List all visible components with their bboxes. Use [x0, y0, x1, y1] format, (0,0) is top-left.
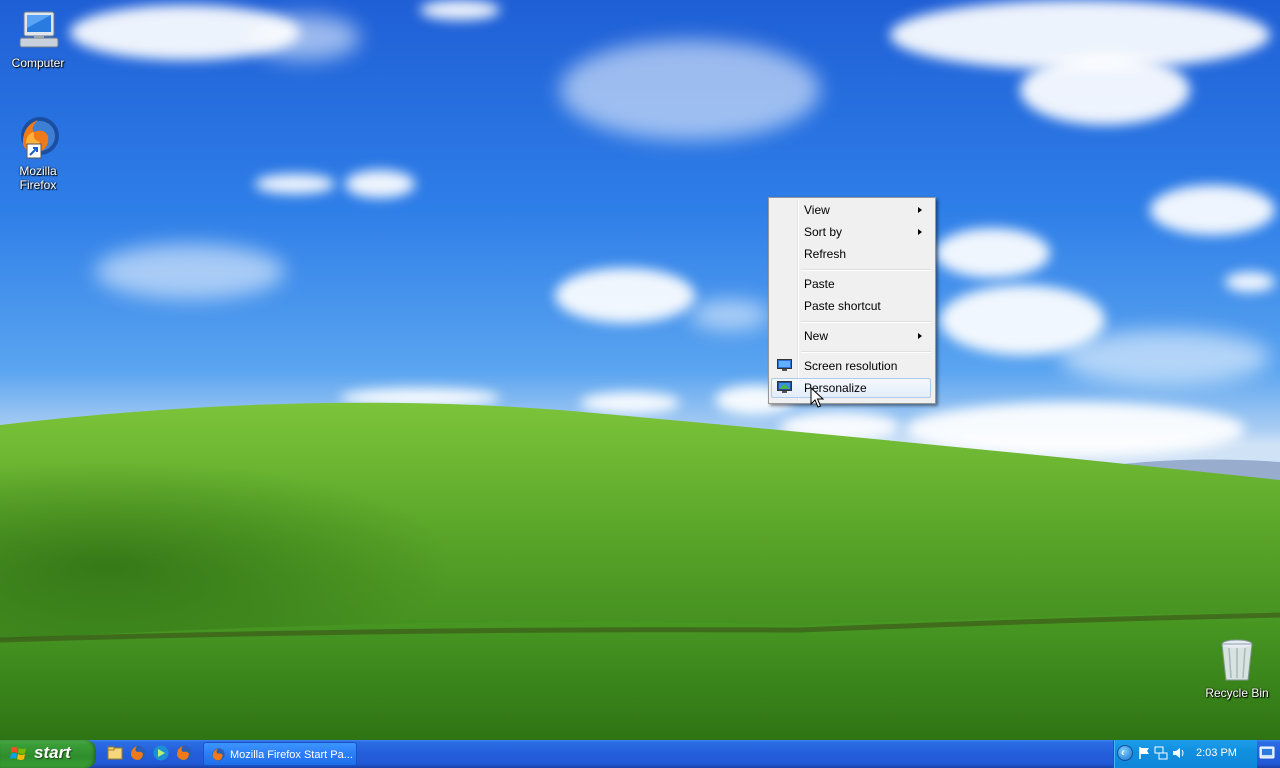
submenu-arrow-icon [918, 207, 922, 213]
menu-item-personalize[interactable]: Personalize [771, 378, 931, 398]
chevron-left-icon: ‹ [1121, 747, 1125, 759]
menu-item-label: Paste shortcut [804, 299, 881, 313]
explorer-icon[interactable] [106, 744, 124, 762]
display-properties-icon [777, 381, 792, 393]
desktop-icon-recycle-bin[interactable]: Recycle Bin [1199, 636, 1275, 700]
taskbar-window-title: Mozilla Firefox Start Pa... [230, 749, 353, 761]
menu-item-paste[interactable]: Paste [771, 274, 931, 294]
menu-separator [801, 269, 931, 271]
menu-item-screen-resolution[interactable]: Screen resolution [771, 356, 931, 376]
submenu-arrow-icon [918, 229, 922, 235]
menu-item-sort-by[interactable]: Sort by [771, 222, 931, 242]
menu-separator [801, 321, 931, 323]
desktop-icon-label: Computer [11, 56, 65, 70]
desktop-icon-label: Recycle Bin [1205, 686, 1269, 700]
network-icon[interactable] [1154, 746, 1168, 760]
menu-item-label: Paste [804, 277, 835, 291]
firefox-icon [14, 114, 62, 162]
menu-item-label: Sort by [804, 225, 843, 239]
show-hidden-icons-button[interactable]: ‹ [1117, 745, 1133, 761]
menu-item-label: Refresh [804, 247, 847, 261]
clock[interactable]: 2:03 PM [1196, 747, 1237, 759]
start-button[interactable]: start [0, 740, 96, 768]
menu-item-paste-shortcut[interactable]: Paste shortcut [771, 296, 931, 316]
menu-separator [801, 351, 931, 353]
menu-item-refresh[interactable]: Refresh [771, 244, 931, 264]
desktop-icon-label: Mozilla Firefox [19, 164, 57, 192]
mouse-cursor-icon [810, 387, 824, 408]
taskbar: start Mozilla Firefox Start Pa... ‹ 2:03… [0, 740, 1280, 768]
desktop-icon-computer[interactable]: Computer [0, 6, 76, 70]
desktop-wallpaper[interactable] [0, 0, 1280, 740]
menu-item-label: View [804, 203, 830, 217]
windows-flag-icon [10, 747, 26, 760]
menu-item-new[interactable]: New [771, 326, 931, 346]
firefox-icon[interactable] [129, 744, 147, 762]
system-tray: ‹ 2:03 PM [1113, 740, 1257, 768]
menu-item-label: New [804, 329, 829, 343]
menu-item-label: Screen resolution [804, 359, 898, 373]
start-label: start [34, 743, 71, 762]
volume-icon[interactable] [1172, 746, 1186, 760]
show-desktop-icon[interactable] [1258, 744, 1276, 762]
monitor-icon [777, 359, 792, 371]
submenu-arrow-icon [918, 333, 922, 339]
firefox-icon [212, 748, 225, 761]
action-center-flag-icon[interactable] [1137, 746, 1151, 760]
taskbar-window-firefox[interactable]: Mozilla Firefox Start Pa... [203, 742, 357, 766]
desktop-context-menu: View Sort by Refresh Paste Paste shortcu… [768, 197, 936, 404]
recycle-bin-icon [1213, 636, 1261, 684]
desktop-icon-firefox[interactable]: Mozilla Firefox [0, 114, 76, 192]
media-player-icon[interactable] [152, 744, 170, 762]
menu-item-view[interactable]: View [771, 200, 931, 220]
firefox-icon[interactable] [175, 744, 193, 762]
green-hills [0, 402, 1280, 740]
computer-icon [14, 6, 62, 54]
